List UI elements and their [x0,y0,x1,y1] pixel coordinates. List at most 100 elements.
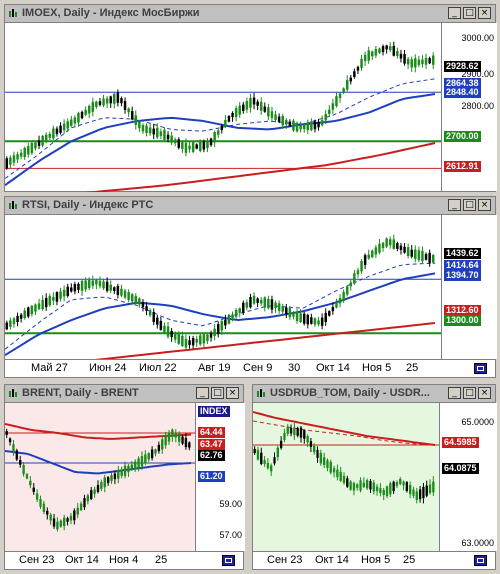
candle-body [220,321,224,331]
brent-y-label: 57.00 [219,530,242,540]
candle-body [356,484,359,488]
candle-body [12,318,16,325]
rtsi-chart-window[interactable]: RTSI, Daily - Индекс РТС _ □ × 1439.62 1… [4,196,497,378]
candle-body [171,429,174,438]
candle-body [98,101,102,105]
candle-body [199,140,202,152]
candle-body [345,286,349,295]
brent-chart-window[interactable]: BRENT, Daily - BRENT _ □ × INDEX 64.44 6… [4,384,245,570]
candle-body [161,439,164,450]
candle-body [59,125,62,133]
candle-body [242,302,245,313]
rtsi-price-axis[interactable]: 1439.62 1414.64 1394.70 1312.60 1300.00 [441,215,497,359]
candle-body [295,311,299,322]
candle-body [259,102,263,111]
candle-body [375,486,379,492]
candle-body [141,125,145,132]
imoex-y-label: 3000.00 [461,33,494,43]
candle-body [299,313,302,323]
candle-body [170,330,173,337]
minimize-button[interactable]: _ [196,387,209,399]
scroll-to-end-icon[interactable] [222,555,235,566]
candle-body [49,514,52,521]
close-button[interactable]: × [478,7,491,19]
candle-body [127,291,130,300]
usdrub-plot-area[interactable] [253,403,439,553]
candle-body [329,461,332,473]
candle-body [406,58,410,65]
candle-body [117,470,120,479]
brent-titlebar[interactable]: BRENT, Daily - BRENT _ □ × [5,385,243,403]
candle-body [16,154,19,160]
scroll-to-end-icon[interactable] [474,555,487,566]
candle-body [56,521,59,530]
candle-body [267,107,270,117]
close-button[interactable]: × [478,199,491,211]
candle-body [403,246,406,253]
candle-body [245,101,249,110]
moving-average-line [5,262,436,350]
candle-body [253,448,256,454]
candle-body [238,105,241,115]
candle-body [306,122,310,131]
maximize-button[interactable]: □ [463,387,476,399]
minimize-button[interactable]: _ [448,387,461,399]
candle-body [19,152,23,157]
candle-body [231,314,234,318]
maximize-button[interactable]: □ [211,387,224,399]
candle-body [152,128,155,135]
candle-body [316,449,319,458]
imoex-price-axis[interactable]: 3000.00 2900.00 2800.00 2928.62 2864.38 … [441,23,497,191]
candle-body [103,477,106,488]
minimize-button[interactable]: _ [448,7,461,19]
candle-body [371,250,374,257]
close-button[interactable]: × [478,387,491,399]
candle-body [256,449,260,460]
candle-body [199,335,202,345]
candle-body [259,299,263,304]
candle-body [362,482,366,488]
candle-body [109,284,112,291]
brent-ma-red-tag: 64.44 [198,427,225,438]
candle-body [342,88,345,93]
imoex-chart-window[interactable]: IMOEX, Daily - Индекс МосБиржи _ □ × 300… [4,4,497,192]
candle-body [274,302,277,309]
x-label: Авг 19 [198,362,231,374]
rtsi-titlebar[interactable]: RTSI, Daily - Индекс РТС _ □ × [5,197,495,215]
scroll-to-end-icon[interactable] [474,363,487,374]
candle-body [138,298,141,305]
candle-body [293,427,296,436]
brent-title: BRENT, Daily - BRENT [22,387,139,399]
candle-body [127,108,130,113]
imoex-titlebar[interactable]: IMOEX, Daily - Индекс МосБиржи _ □ × [5,5,495,23]
x-label: Ноя 5 [361,554,391,566]
maximize-button[interactable]: □ [463,7,476,19]
usdrub-chart-window[interactable]: USDRUB_TOM, Daily - USDR... _ □ × 65.000… [252,384,497,570]
candle-body [195,144,198,149]
minimize-button[interactable]: _ [448,199,461,211]
maximize-button[interactable]: □ [463,199,476,211]
candle-body [338,93,342,99]
candle-body [385,238,388,247]
rtsi-plot-area[interactable] [5,215,441,361]
candle-body [381,46,385,53]
candle-body [156,317,159,325]
candle-body [9,320,12,327]
usdrub-price-axis[interactable]: 65.0000 64.5985 64.0875 63.0000 [439,403,497,551]
brent-plot-area[interactable] [5,403,195,553]
candle-body [299,125,302,130]
close-button[interactable]: × [226,387,239,399]
moving-average-line [253,411,436,446]
usdrub-ma-red-tag: 64.5985 [442,437,479,448]
imoex-plot-area[interactable] [5,23,441,192]
candle-body [41,299,44,309]
candle-body [356,66,360,71]
candle-body [39,499,42,507]
candle-body [69,515,73,521]
brent-price-axis[interactable]: INDEX 64.44 63.47 62.76 61.20 59.00 57.0… [195,403,245,551]
candle-body [52,518,56,527]
candle-body [138,121,141,129]
usdrub-titlebar[interactable]: USDRUB_TOM, Daily - USDR... _ □ × [253,385,495,403]
candle-body [113,473,117,480]
candle-body [263,459,266,465]
